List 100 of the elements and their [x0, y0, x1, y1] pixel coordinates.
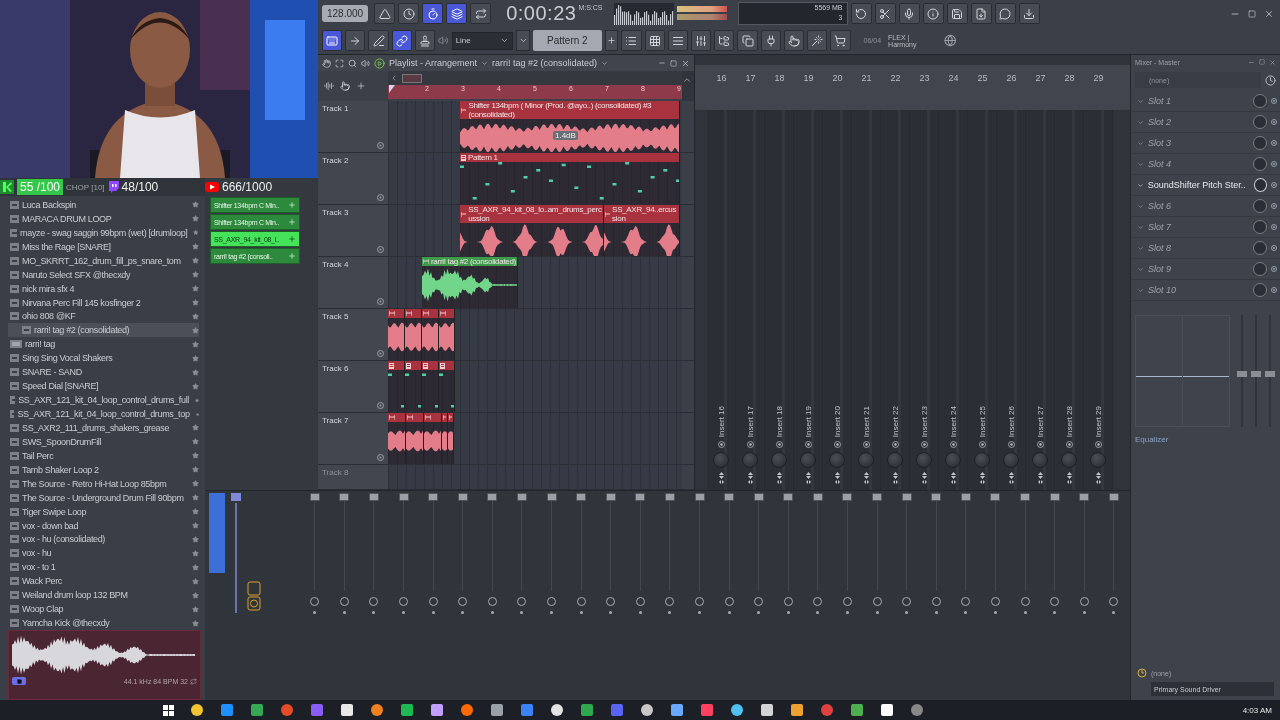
insert-label: Insert 29 [1093, 405, 1103, 437]
track-name: Track 7 [322, 416, 350, 425]
mixer-strip[interactable]: Insert 16 [707, 110, 736, 490]
browser-item[interactable]: ohio 808 @KF [8, 309, 199, 324]
channel-number: 23 [918, 72, 931, 85]
browser-item[interactable]: nick mira sfx 4 [8, 281, 199, 296]
track-name: Track 5 [322, 312, 350, 321]
mixer-strip[interactable]: Insert 21 [852, 110, 881, 490]
mixer-strip[interactable]: Insert 27 [1026, 110, 1055, 490]
window-title: Playlist - Arrangement [389, 58, 478, 68]
insert-label: Insert 18 [774, 405, 784, 437]
browser-item[interactable]: Speed Dial [SNARE] [8, 379, 199, 394]
track-header[interactable]: Track 7 [318, 413, 388, 464]
browser-item[interactable]: Woop Clap [8, 602, 199, 617]
effect-slot[interactable]: Slot 4 [1131, 154, 1280, 175]
track-header[interactable]: Track 4 [318, 257, 388, 308]
browser-item[interactable]: vox - down bad [8, 518, 199, 533]
browser-item[interactable]: Weiland drum loop 132 BPM [8, 588, 199, 603]
browser-item[interactable]: Nirvana Perc Fill 145 kosfinger 2 [8, 295, 199, 310]
insert-label: Insert 27 [1035, 405, 1045, 437]
browser-item[interactable]: The Source - Underground Drum Fill 90bpm [8, 490, 199, 505]
browser-item[interactable]: Tail Perc [8, 448, 199, 463]
insert-label: Insert 23 [919, 405, 929, 437]
effect-slot[interactable]: Slot 6 [1131, 196, 1280, 217]
mixer-strip[interactable]: Insert 18 [765, 110, 794, 490]
audio-clip[interactable]: SS_AXR_94..ercussion [604, 205, 680, 256]
browser-item[interactable]: rarri! tag [8, 337, 199, 352]
clip-label: SS_AXR_94_kit_08_lo..am_drums_percussion [468, 205, 602, 223]
browser-item[interactable]: Naruto Select SFX @thecxdy [8, 267, 199, 282]
mixer-strip[interactable]: Insert 22 [881, 110, 910, 490]
browser-item[interactable]: MARACA DRUM LOOP [8, 211, 199, 226]
clip-label: SS_AXR_94..ercussion [612, 205, 678, 223]
channel-number: 17 [744, 72, 757, 85]
effect-slot[interactable]: SoundShifter Pitch Ster.. [1131, 175, 1280, 196]
browser-item[interactable]: The Source - Retro Hi-Hat Loop 85bpm [8, 476, 199, 491]
effect-slot[interactable]: Slot 8 [1131, 238, 1280, 259]
effect-slot[interactable]: Slot 2 [1131, 112, 1280, 133]
track-name: Track 4 [322, 260, 350, 269]
browser-item[interactable]: SWS_SpoonDrumFill [8, 434, 199, 449]
mixer-strip[interactable]: Insert 20 [823, 110, 852, 490]
insert-label: Insert 26 [1006, 405, 1016, 437]
insert-label: Insert 17 [745, 405, 755, 437]
mixer-strip[interactable]: Insert 17 [736, 110, 765, 490]
kick-count: 55 /100 [17, 179, 64, 195]
browser-item[interactable]: Yamcha Kick @thecxdy [8, 616, 199, 630]
audio-clip[interactable]: SS_AXR_94_kit_08_lo..am_drums_percussion [460, 205, 604, 256]
track-header[interactable]: Track 3 [318, 205, 388, 256]
channel-number: 25 [976, 72, 989, 85]
mixer-strip[interactable]: Insert 28 [1055, 110, 1084, 490]
browser-item[interactable]: SS_AXR_121_kit_04_loop_control_drums_top [8, 407, 199, 421]
track-name: Track 2 [322, 156, 350, 165]
browser-item[interactable]: SS_AXR_121_kit_04_loop_control_drums_full [8, 393, 199, 408]
browser-item[interactable]: Luca Backspin [8, 198, 199, 212]
effect-slot[interactable]: Slot 9 [1131, 259, 1280, 280]
browser-item[interactable]: vox - hu [8, 546, 199, 561]
browser-item[interactable]: mayze - swag saggin 99bpm (wet) [drumloop] [8, 225, 199, 240]
equalizer-label: Equalizer [1134, 434, 1170, 446]
pattern-selector[interactable]: Pattern 2 [532, 30, 602, 51]
track-header[interactable]: Track 2 [318, 153, 388, 204]
browser-item[interactable]: vox - to 1 [8, 560, 199, 575]
insert-label: Insert 24 [948, 405, 958, 437]
channel-number: 18 [773, 72, 786, 85]
channel-number: 16 [715, 72, 728, 85]
snap-select[interactable]: Line [451, 31, 514, 50]
mixer-strip[interactable]: Insert 25 [968, 110, 997, 490]
track-header[interactable]: Track 5 [318, 309, 388, 360]
browser-item[interactable]: Sing Sing Vocal Shakers [8, 351, 199, 366]
twitch-count: 48/100 [121, 180, 159, 194]
pattern-clip[interactable]: Pattern 1 [460, 153, 680, 204]
mixer-strip[interactable]: Insert 19 [794, 110, 823, 490]
tempo-field[interactable]: 128.000 [322, 5, 369, 22]
mixer-strip[interactable]: Insert 29 [1084, 110, 1113, 490]
mixer-strip[interactable]: Insert 23 [910, 110, 939, 490]
browser-item[interactable]: Wack Perc [8, 574, 199, 589]
browser-item[interactable]: rarri! tag #2 (consolidated) [8, 323, 199, 338]
effect-slot[interactable]: Slot 10 [1131, 280, 1280, 301]
track-header[interactable]: Track 1 [318, 101, 388, 152]
track-name: Track 3 [322, 208, 350, 217]
browser-item[interactable]: SS_AXR2_111_drums_shakers_grease [8, 421, 199, 435]
clip-label: Pattern 1 [468, 153, 498, 162]
effect-slot[interactable]: Slot 3 [1131, 133, 1280, 154]
effect-slot[interactable]: Slot 1 [1131, 91, 1280, 112]
channel-number: 24 [947, 72, 960, 85]
mixer-strip[interactable]: Insert 24 [939, 110, 968, 490]
browser-item[interactable]: vox - hu (consolidated) [8, 532, 199, 547]
channel-number: 29 [1092, 72, 1105, 85]
channel-number: 19 [802, 72, 815, 85]
insert-label: Insert 16 [716, 405, 726, 437]
pattern-title[interactable]: rarri! tag #2 (consolidated) [492, 58, 598, 68]
browser-item[interactable]: MO_SKRRT_162_drum_fill_ps_snare_tom [8, 253, 199, 268]
browser-item[interactable]: Tamb Shaker Loop 2 [8, 462, 199, 477]
browser-item[interactable]: Miss the Rage [SNARE] [8, 239, 199, 254]
youtube-count: 666/1000 [222, 180, 273, 194]
channel-number: 28 [1063, 72, 1076, 85]
browser-item[interactable]: SNARE - SAND [8, 365, 199, 380]
track-header[interactable]: Track 6 [318, 361, 388, 412]
channel-number: 26 [1005, 72, 1018, 85]
browser-item[interactable]: Tiger Swipe Loop [8, 504, 199, 519]
mixer-strip[interactable]: Insert 26 [997, 110, 1026, 490]
effect-slot[interactable]: Slot 7 [1131, 217, 1280, 238]
